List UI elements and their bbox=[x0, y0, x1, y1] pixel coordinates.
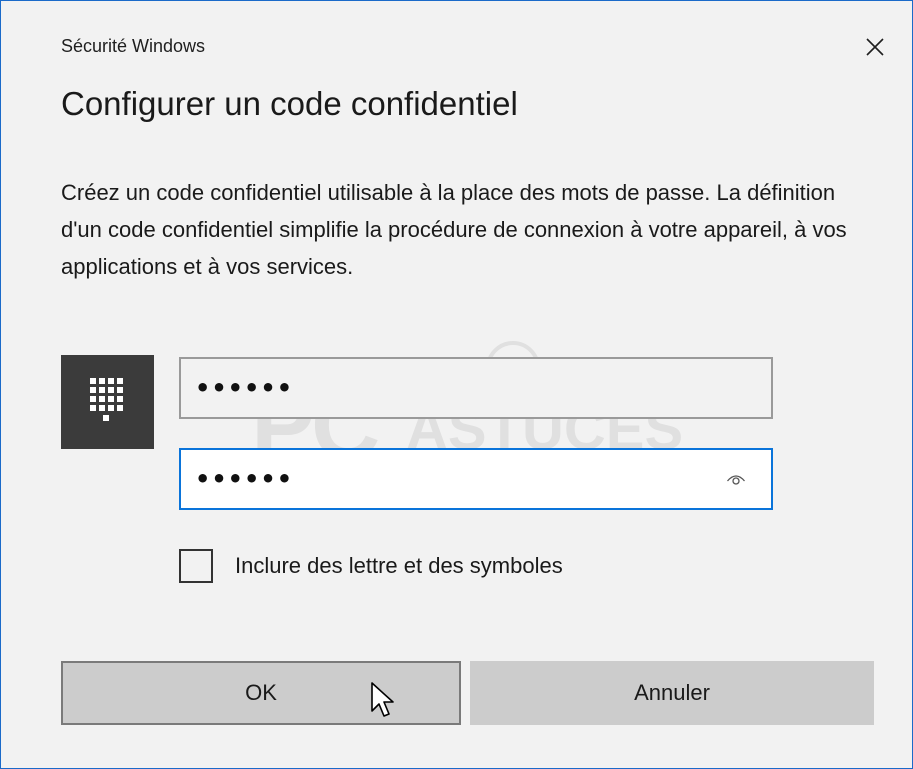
new-pin-input[interactable] bbox=[195, 359, 715, 417]
dialog-title: Configurer un code confidentiel bbox=[61, 85, 518, 122]
include-letters-checkbox[interactable] bbox=[179, 549, 213, 583]
ok-button[interactable]: OK bbox=[61, 661, 461, 725]
pin-keypad-tile bbox=[61, 355, 154, 449]
window-caption: Sécurité Windows bbox=[61, 36, 206, 56]
include-letters-label: Inclure des lettre et des symboles bbox=[235, 553, 563, 578]
dialog-description: Créez un code confidentiel utilisable à … bbox=[61, 180, 847, 279]
confirm-pin-input[interactable] bbox=[195, 450, 715, 508]
cancel-button[interactable]: Annuler bbox=[470, 661, 874, 725]
include-letters-option[interactable]: Inclure des lettre et des symboles bbox=[179, 546, 563, 586]
windows-security-dialog: Sécurité Windows Configurer un code conf… bbox=[0, 0, 913, 769]
reveal-pin-button[interactable] bbox=[722, 466, 750, 492]
confirm-pin-field[interactable] bbox=[179, 448, 773, 510]
keypad-icon bbox=[90, 378, 123, 421]
close-icon bbox=[866, 38, 884, 56]
new-pin-field[interactable] bbox=[179, 357, 773, 419]
eye-icon bbox=[727, 475, 745, 485]
close-button[interactable] bbox=[849, 25, 901, 69]
